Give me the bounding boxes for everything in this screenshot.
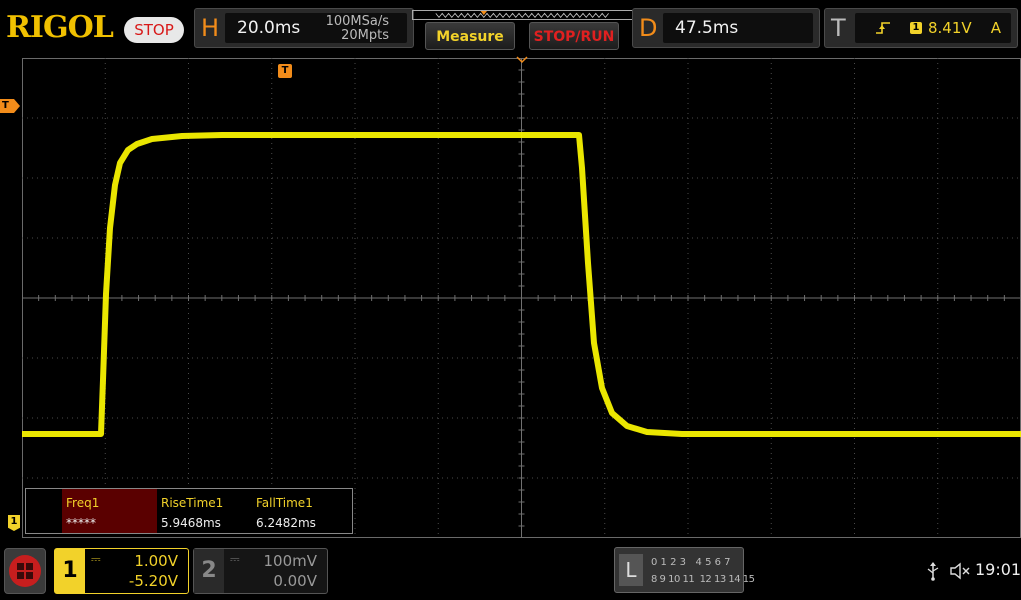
measurement-freq-value: ***** [66, 516, 96, 530]
stop-run-button[interactable]: STOP/RUN [529, 22, 619, 50]
logic-analyzer-row-1: 0 1 2 3 4 5 6 7 [651, 557, 731, 568]
sample-rate-value: 100MSa/s [325, 14, 389, 29]
delay-readout: 47.5ms [663, 13, 813, 43]
channel-1-scale: 1.00V [134, 552, 178, 570]
channel-1-marker-label: 1 [10, 516, 18, 527]
trigger-panel[interactable]: T 1 8.41V A [824, 8, 1018, 48]
measurement-risetime-name: RiseTime1 [161, 496, 224, 510]
rigol-logo: RIGOL [6, 10, 114, 45]
trigger-source-badge: 1 [910, 22, 922, 34]
dc-coupling-icon: ⎓ [230, 552, 240, 566]
horizontal-letter: H [201, 14, 220, 42]
speaker-mute-icon[interactable] [950, 562, 970, 580]
rising-edge-icon [876, 22, 890, 34]
trigger-level-marker-label: T [2, 100, 9, 111]
waveform-grid [22, 58, 1021, 538]
channel-1-panel[interactable]: 1 ⎓ 1.00V -5.20V [54, 548, 189, 594]
trigger-letter: T [831, 14, 846, 42]
horizontal-readout: 20.0ms 100MSa/s 20Mpts [225, 13, 407, 43]
measurement-falltime-name: FallTime1 [256, 496, 313, 510]
clock-time: 19:01 [975, 560, 1021, 579]
trigger-readout: 1 8.41V A [855, 13, 1011, 43]
logic-analyzer-panel[interactable]: L 0 1 2 3 4 5 6 7 8 9 10 11 12 13 14 15 [614, 547, 755, 593]
trigger-time-marker[interactable]: T [278, 64, 292, 78]
trigger-time-marker-label: T [281, 65, 289, 76]
channel-2-panel[interactable]: 2 ⎓ 100mV 0.00V [193, 548, 328, 594]
delay-letter: D [639, 14, 658, 42]
waveform-display[interactable] [22, 58, 1021, 538]
measurement-risetime: RiseTime1 5.9468ms [161, 493, 223, 533]
channel-1-marker[interactable]: 1 [8, 515, 20, 531]
measurement-freq: Freq1 ***** [66, 493, 99, 533]
horizontal-panel[interactable]: H 20.0ms 100MSa/s 20Mpts [194, 8, 414, 48]
trigger-level-value: 8.41V [928, 19, 972, 37]
timebase-value: 20.0ms [237, 18, 301, 38]
measurement-falltime: FallTime1 6.2482ms [256, 493, 316, 533]
measurement-falltime-value: 6.2482ms [256, 516, 316, 530]
dc-coupling-icon: ⎓ [91, 552, 101, 566]
channel-2-offset: 0.00V [273, 572, 317, 590]
measurement-results[interactable]: Freq1 ***** RiseTime1 5.9468ms FallTime1… [25, 488, 353, 534]
grid-menu-icon [9, 555, 41, 587]
measure-button[interactable]: Measure [425, 22, 515, 50]
delay-value: 47.5ms [675, 18, 739, 38]
center-marker-icon [516, 56, 528, 64]
logic-analyzer-letter: L [619, 554, 643, 586]
memory-position-bar[interactable] [412, 10, 634, 20]
trigger-level-marker[interactable]: T [0, 99, 20, 113]
memory-depth-value: 20Mpts [341, 28, 389, 43]
run-state-badge[interactable]: STOP [124, 17, 184, 43]
channel-1-number: 1 [62, 558, 78, 583]
channel-2-number: 2 [194, 549, 224, 593]
logic-analyzer-row-2: 8 9 10 11 12 13 14 15 [651, 574, 755, 585]
usb-icon [927, 562, 939, 581]
channel-2-scale: 100mV [263, 552, 317, 570]
measurement-freq-name: Freq1 [66, 496, 100, 510]
delay-panel[interactable]: D 47.5ms [632, 8, 820, 48]
channel-1-offset: -5.20V [128, 572, 178, 590]
home-button[interactable] [4, 548, 46, 594]
measurement-risetime-value: 5.9468ms [161, 516, 221, 530]
trigger-mode-value: A [990, 19, 1001, 37]
